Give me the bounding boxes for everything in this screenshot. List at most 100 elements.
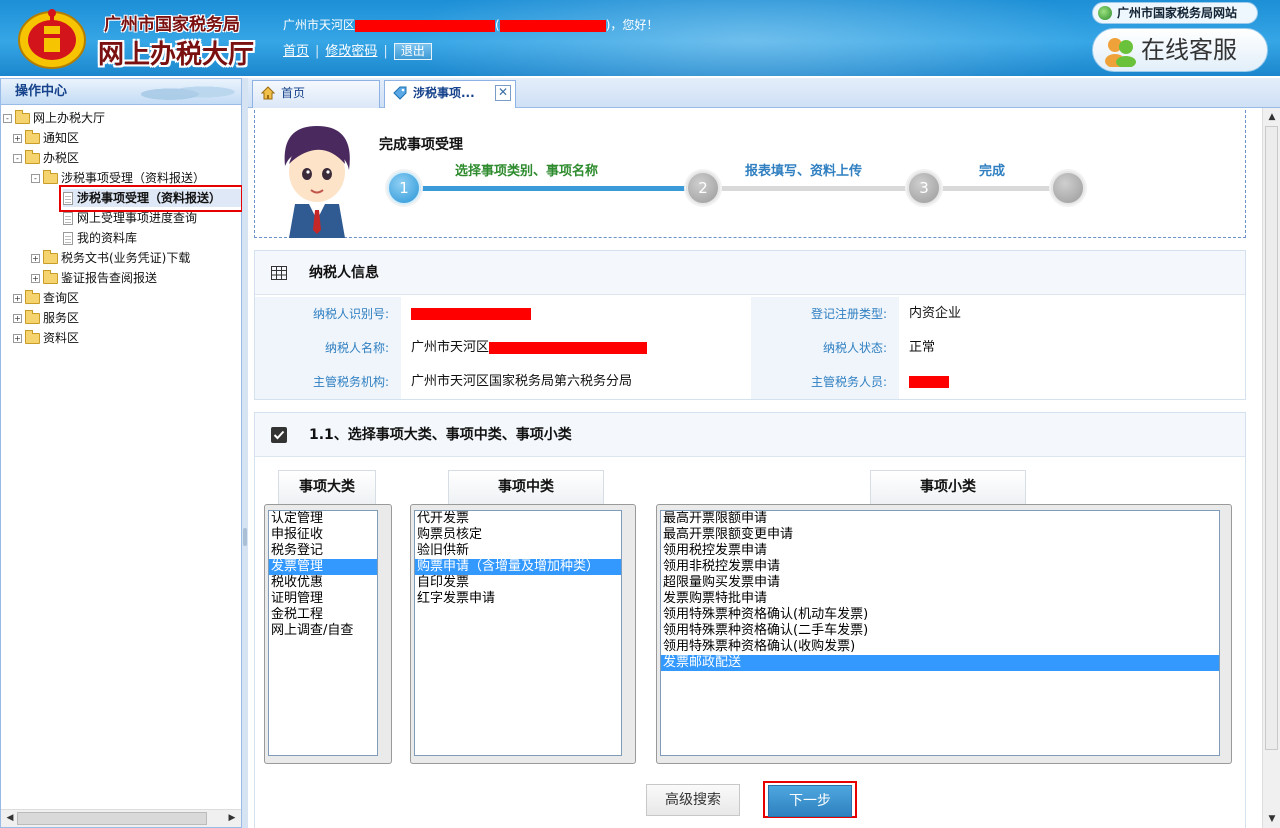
main-content: 完成事项受理 选择事项类别、事项名称 报表填写、资料上传 完成 1 2 3 纳税…	[248, 108, 1262, 828]
expand-icon[interactable]: +	[31, 274, 40, 283]
logout-button[interactable]: 退出	[393, 43, 432, 60]
taxpayer-info-section: 纳税人信息 纳税人识别号: 登记注册类型: 内资企业 纳税人名称: 广州市天河区…	[254, 250, 1246, 400]
hall-name: 网上办税大厅	[98, 40, 255, 70]
tree-item-label: 资料区	[43, 331, 80, 345]
tree-folder-item[interactable]: + 资料区	[13, 329, 79, 347]
step-4-circle	[1051, 171, 1085, 205]
list-item[interactable]: 证明管理	[269, 591, 377, 607]
list-item[interactable]: 申报征收	[269, 527, 377, 543]
collapse-icon[interactable]: -	[3, 114, 12, 123]
change-password-link[interactable]: 修改密码	[325, 44, 377, 59]
list-item[interactable]: 网上调查/自查	[269, 623, 377, 639]
taxpayer-status-value: 正常	[909, 340, 936, 355]
list-item[interactable]: 发票购票特批申请	[661, 591, 1219, 607]
list-item[interactable]: 领用非税控发票申请	[661, 559, 1219, 575]
tree-folder-item[interactable]: + 查询区	[13, 289, 79, 307]
scroll-up-icon[interactable]: ▲	[1265, 110, 1279, 124]
tree-folder-item[interactable]: - 办税区	[13, 149, 79, 167]
main-vertical-scrollbar[interactable]: ▲ ▼	[1262, 108, 1280, 828]
tree-folder-item[interactable]: - 网上办税大厅	[3, 109, 105, 127]
list-item[interactable]: 代开发票	[415, 511, 621, 527]
list-item[interactable]: 领用税控发票申请	[661, 543, 1219, 559]
info-row: 纳税人识别号: 登记注册类型: 内资企业	[255, 297, 1245, 331]
browser-icon	[1098, 6, 1112, 20]
tax-emblem-logo	[18, 9, 86, 69]
list-item[interactable]: 领用特殊票种资格确认(机动车发票)	[661, 607, 1219, 623]
tax-bureau-site-link[interactable]: 广州市国家税务局网站	[1092, 2, 1258, 24]
scroll-right-icon[interactable]: ▶	[225, 812, 239, 825]
sidebar-horizontal-scrollbar[interactable]: ◀ ▶	[1, 809, 241, 827]
tree-folder-item[interactable]: + 通知区	[13, 129, 79, 147]
checkbox-icon	[271, 427, 287, 443]
list-item[interactable]: 发票管理	[269, 559, 377, 575]
step-1-circle: 1	[387, 171, 421, 205]
list-item[interactable]: 税收优惠	[269, 575, 377, 591]
expand-icon[interactable]: +	[31, 254, 40, 263]
online-service-button[interactable]: 在线客服	[1092, 28, 1268, 72]
expand-icon[interactable]: +	[13, 334, 22, 343]
tree-item-label: 网上受理事项进度查询	[77, 211, 198, 225]
middle-category-listbox[interactable]: 代开发票 购票员核定 验旧供新 购票申请（含增量及增加种类） 自印发票 红字发票申请	[414, 510, 622, 756]
tab-tax-matters[interactable]: 涉税事项... ✕	[384, 80, 516, 108]
tree-item-label: 办税区	[43, 151, 80, 165]
step-1-label: 选择事项类别、事项名称	[455, 164, 599, 179]
list-item[interactable]: 红字发票申请	[415, 591, 621, 607]
list-item[interactable]: 最高开票限额申请	[661, 511, 1219, 527]
tree-folder-item[interactable]: + 鉴证报告查阅报送	[31, 269, 157, 287]
collapse-icon[interactable]: -	[13, 154, 22, 163]
collapse-icon[interactable]: -	[31, 174, 40, 183]
major-category-listbox[interactable]: 认定管理 申报征收 税务登记 发票管理 税收优惠 证明管理 金税工程 网上调查/自查	[268, 510, 378, 756]
tree-leaf-item[interactable]: 我的资料库	[63, 229, 137, 247]
folder-icon	[43, 250, 58, 264]
advanced-search-button[interactable]: 高级搜索	[646, 784, 740, 816]
selected-item-highlight	[59, 185, 243, 212]
list-item[interactable]: 最高开票限额变更申请	[661, 527, 1219, 543]
link-separator: |	[315, 44, 320, 59]
minor-category-title: 事项小类	[870, 470, 1026, 504]
list-item[interactable]: 超限量购买发票申请	[661, 575, 1219, 591]
list-item[interactable]: 领用特殊票种资格确认(收购发票)	[661, 639, 1219, 655]
folder-icon	[43, 270, 58, 284]
scroll-down-icon[interactable]: ▼	[1265, 812, 1279, 826]
tag-icon	[393, 86, 407, 100]
tree-item-label: 税务文书(业务凭证)下载	[61, 251, 191, 265]
scroll-thumb[interactable]	[17, 812, 207, 825]
list-item[interactable]: 购票员核定	[415, 527, 621, 543]
minor-category-listbox[interactable]: 最高开票限额申请 最高开票限额变更申请 领用税控发票申请 领用非税控发票申请 超限量购买…	[660, 510, 1220, 756]
expand-icon[interactable]: +	[13, 314, 22, 323]
authority-value: 广州市天河区国家税务局第六税务分局	[411, 374, 633, 389]
sidebar-title-label: 操作中心	[15, 84, 68, 99]
home-link[interactable]: 首页	[283, 44, 309, 59]
tree-folder-item[interactable]: + 服务区	[13, 309, 79, 327]
list-item[interactable]: 税务登记	[269, 543, 377, 559]
folder-icon	[43, 170, 58, 184]
redacted-user-id	[499, 19, 606, 32]
scroll-thumb[interactable]	[1265, 126, 1278, 750]
folder-icon	[15, 110, 30, 124]
tree-folder-item[interactable]: + 税务文书(业务凭证)下载	[31, 249, 190, 267]
officer-value	[899, 365, 949, 399]
list-item[interactable]: 认定管理	[269, 511, 377, 527]
item-selection-header: 1.1、选择事项大类、事项中类、事项小类	[255, 413, 1245, 457]
info-row: 纳税人名称: 广州市天河区 纳税人状态: 正常	[255, 331, 1245, 365]
list-item[interactable]: 发票邮政配送	[661, 655, 1219, 671]
list-item[interactable]: 领用特殊票种资格确认(二手车发票)	[661, 623, 1219, 639]
middle-category-title: 事项中类	[448, 470, 604, 504]
authority-label: 主管税务机构:	[255, 365, 401, 399]
list-item[interactable]: 验旧供新	[415, 543, 621, 559]
header-links: 首页 | 修改密码 | 退出	[283, 40, 432, 60]
expand-icon[interactable]: +	[13, 134, 22, 143]
redacted-taxpayer-id	[411, 307, 531, 320]
next-step-button[interactable]: 下一步	[768, 785, 852, 817]
list-item[interactable]: 购票申请（含增量及增加种类）	[415, 559, 621, 575]
list-item[interactable]: 金税工程	[269, 607, 377, 623]
expand-icon[interactable]: +	[13, 294, 22, 303]
scroll-left-icon[interactable]: ◀	[3, 812, 17, 825]
folder-icon	[25, 130, 40, 144]
tab-home[interactable]: 首页	[252, 80, 380, 108]
close-tab-icon[interactable]: ✕	[495, 85, 511, 101]
list-item[interactable]: 自印发票	[415, 575, 621, 591]
splitter-grip-icon[interactable]	[243, 528, 247, 546]
redacted-user-name	[355, 19, 496, 32]
taxpayer-name-label: 纳税人名称:	[255, 331, 401, 365]
